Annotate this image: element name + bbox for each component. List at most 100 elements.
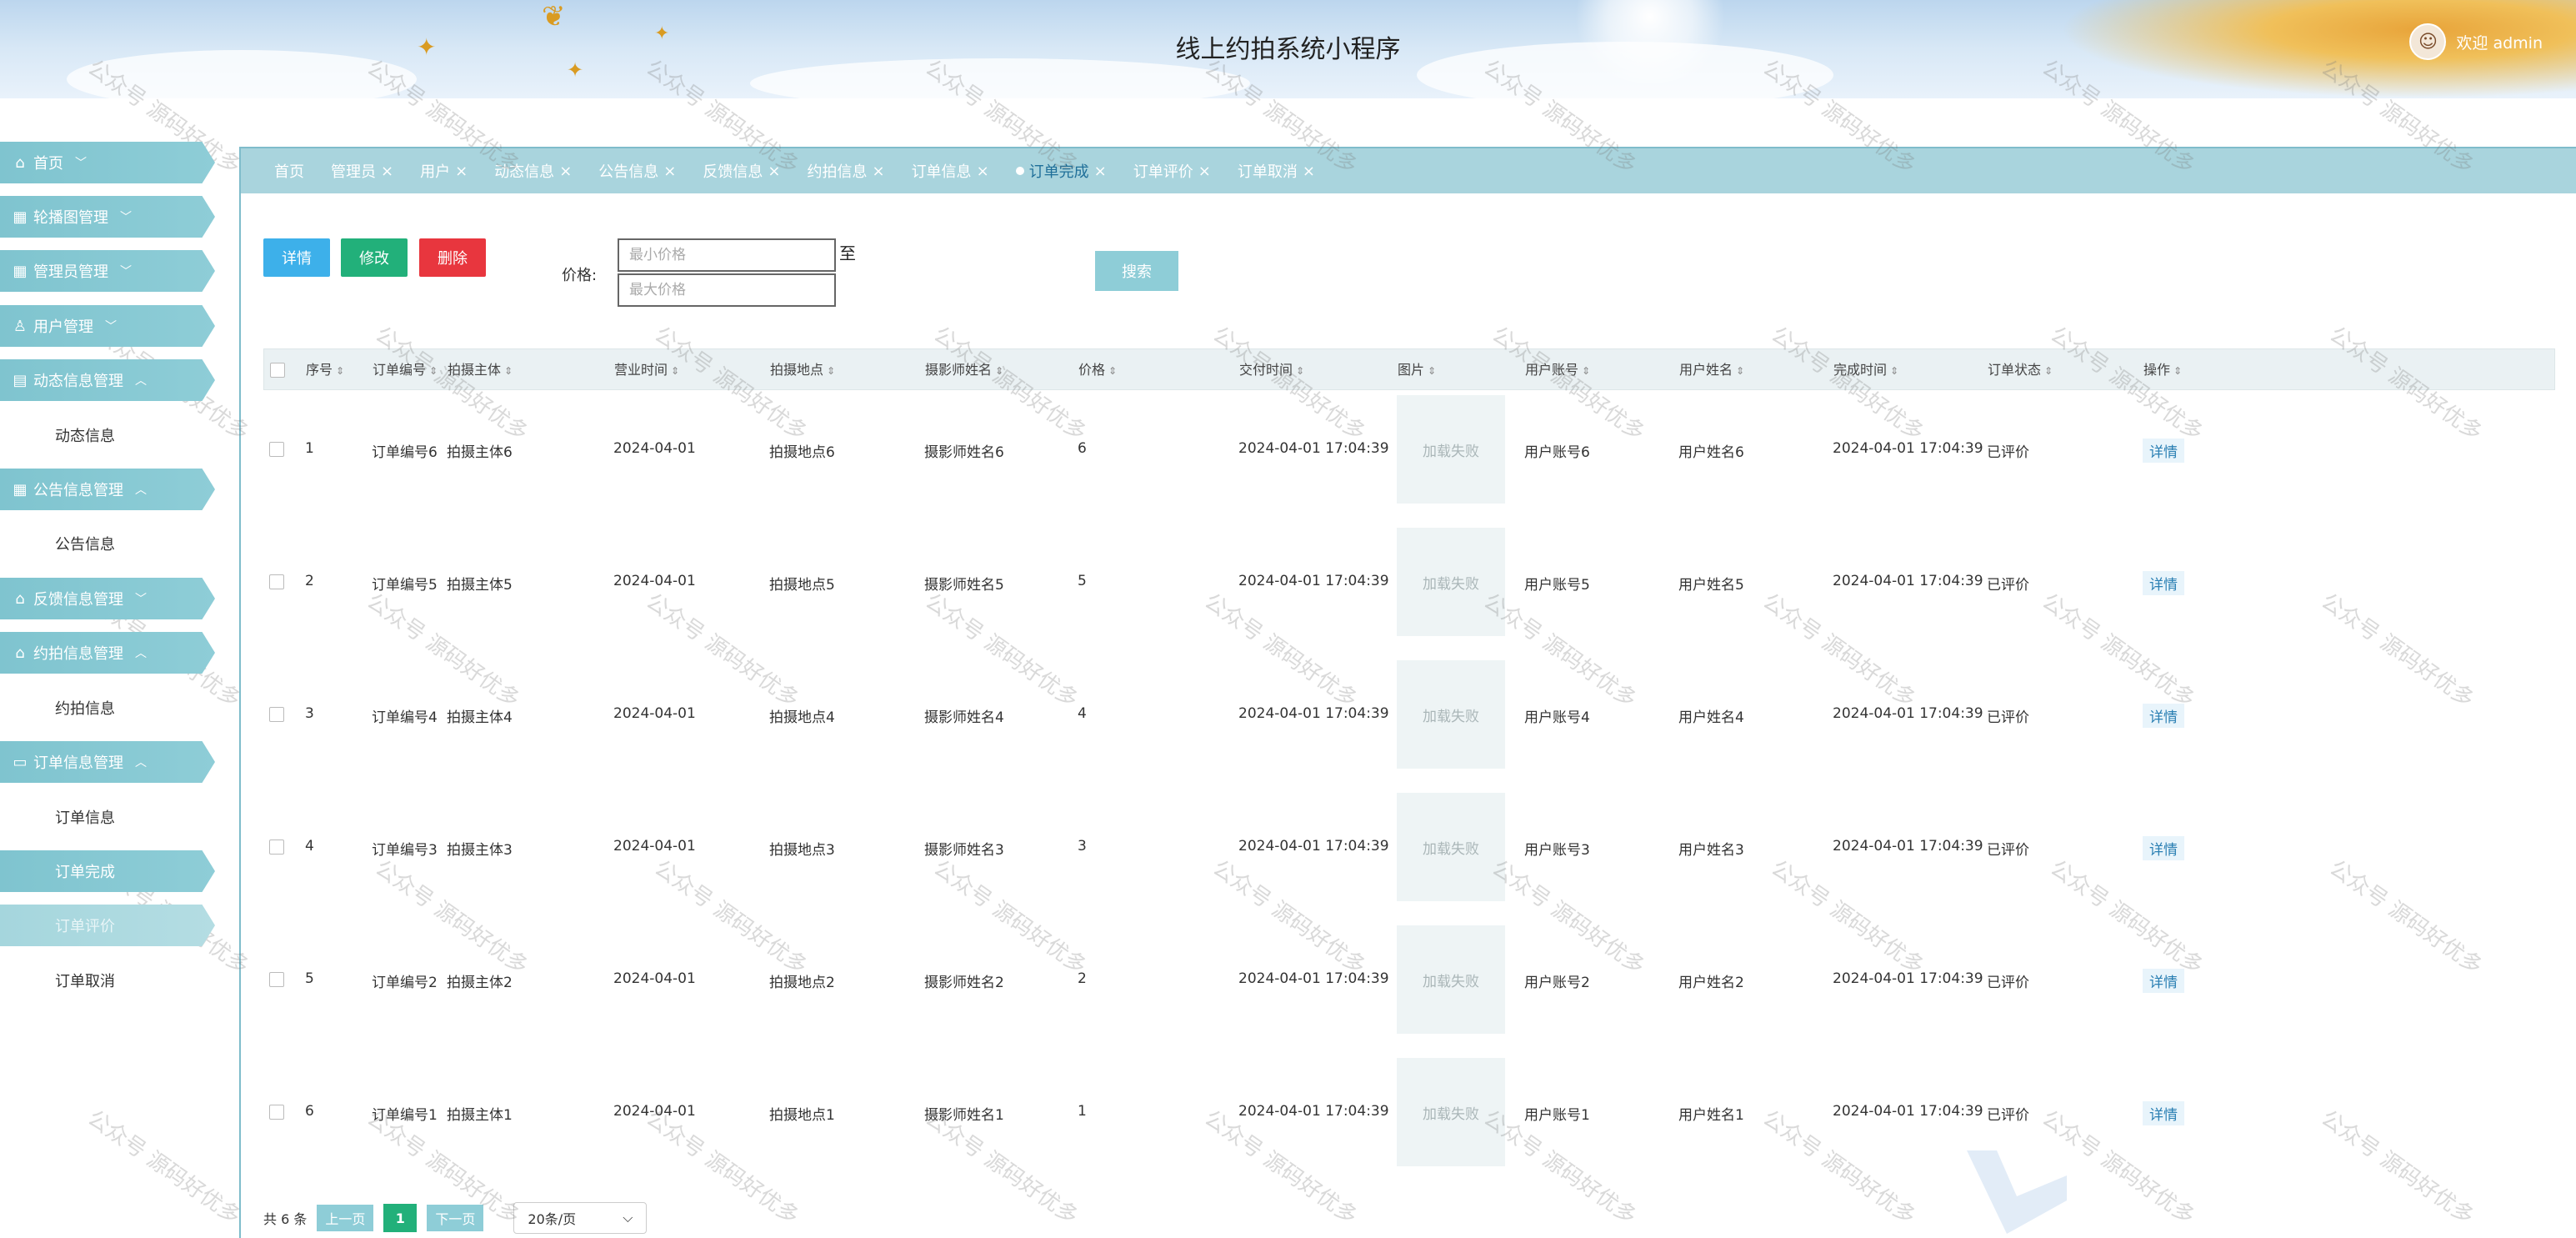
column-header[interactable]: 图片 ⇕ [1398, 349, 1436, 391]
sidebar-item[interactable]: ⌂ 约拍信息管理 ︿ [0, 632, 215, 674]
close-icon[interactable]: × [559, 163, 572, 180]
tab-item[interactable]: 约拍信息 × [807, 160, 884, 182]
sidebar-subitem[interactable]: 动态信息 [0, 414, 215, 456]
row-checkbox[interactable] [269, 442, 284, 457]
column-header[interactable]: 序号 ⇕ [306, 349, 344, 391]
column-header[interactable]: 交付时间 ⇕ [1239, 349, 1304, 391]
delete-button[interactable]: 删除 [419, 238, 486, 277]
row-checkbox[interactable] [269, 574, 284, 589]
tab-item[interactable]: 订单完成 × [1015, 160, 1107, 182]
table-cell: 订单编号2 [372, 975, 438, 991]
column-header[interactable]: 拍摄主体 ⇕ [448, 349, 513, 391]
close-icon[interactable]: × [768, 163, 780, 180]
column-header[interactable]: 完成时间 ⇕ [1833, 349, 1898, 391]
column-header[interactable]: 拍摄地点 ⇕ [770, 349, 835, 391]
next-page-button[interactable]: 下一页 [427, 1205, 484, 1231]
sort-icon[interactable]: ⇕ [2173, 365, 2182, 377]
tab-item[interactable]: 管理员 × [331, 160, 393, 182]
sidebar-subitem[interactable]: 公告信息 [0, 523, 215, 564]
sort-icon[interactable]: ⇕ [1428, 365, 1436, 377]
column-header[interactable]: 价格 ⇕ [1078, 349, 1117, 391]
close-icon[interactable]: × [1303, 163, 1315, 180]
sidebar-item[interactable]: ♙ 用户管理 ﹀ [0, 305, 215, 347]
close-icon[interactable]: × [381, 163, 393, 180]
sidebar-item[interactable]: ▤ 动态信息管理 ︿ [0, 359, 215, 401]
max-price-input[interactable]: 最大价格 [618, 273, 836, 307]
tab-item[interactable]: 用户 × [420, 160, 468, 182]
sort-icon[interactable]: ⇕ [995, 365, 1003, 377]
row-checkbox[interactable] [269, 840, 284, 855]
close-icon[interactable]: × [1094, 163, 1107, 180]
row-detail-button[interactable]: 详情 [2143, 969, 2184, 993]
sort-icon[interactable]: ⇕ [2044, 365, 2053, 377]
sort-icon[interactable]: ⇕ [827, 365, 835, 377]
sidebar-item[interactable]: ▭ 订单信息管理 ︿ [0, 741, 215, 783]
sort-icon[interactable]: ⇕ [336, 365, 344, 377]
sidebar-subitem[interactable]: 订单完成 [0, 850, 215, 892]
row-detail-button[interactable]: 详情 [2143, 571, 2184, 595]
tab-item[interactable]: 公告信息 × [598, 160, 676, 182]
sort-icon[interactable]: ⇕ [1736, 365, 1744, 377]
close-icon[interactable]: × [455, 163, 468, 180]
edit-button[interactable]: 修改 [341, 238, 408, 277]
sort-icon[interactable]: ⇕ [671, 365, 679, 377]
sort-icon[interactable]: ⇕ [504, 365, 513, 377]
row-detail-button[interactable]: 详情 [2143, 704, 2184, 728]
column-header[interactable]: 订单状态 ⇕ [1988, 349, 2053, 391]
column-header[interactable]: 用户姓名 ⇕ [1679, 349, 1744, 391]
tab-item[interactable]: 首页 [274, 160, 304, 182]
min-price-input[interactable]: 最小价格 [618, 238, 836, 272]
close-icon[interactable]: × [872, 163, 884, 180]
tab-item[interactable]: 反馈信息 × [703, 160, 780, 182]
column-header[interactable]: 摄影师姓名 ⇕ [925, 349, 1003, 391]
column-header[interactable]: 订单编号 ⇕ [373, 349, 438, 391]
table-row[interactable]: 4 订单编号3 拍摄主体3 2024-04-01 拍摄地点3 摄影师姓名3 3 2024-04… [263, 788, 2555, 920]
table-cell: 订单编号3 [372, 842, 438, 859]
table-row[interactable]: 1 订单编号6 拍摄主体6 2024-04-01 拍摄地点6 摄影师姓名6 6 2024-04… [263, 390, 2555, 523]
column-header[interactable]: 用户账号 ⇕ [1525, 349, 1590, 391]
sidebar-item[interactable]: ▦ 公告信息管理 ︿ [0, 469, 215, 510]
tab-label: 订单取消 [1237, 163, 1298, 181]
page-number-button[interactable]: 1 [383, 1204, 418, 1232]
close-icon[interactable]: × [663, 163, 676, 180]
column-header[interactable]: 营业时间 ⇕ [614, 349, 679, 391]
sidebar-subitem[interactable]: 订单信息 [0, 796, 215, 838]
sort-icon[interactable]: ⇕ [1296, 365, 1304, 377]
sidebar-item[interactable]: ▦ 轮播图管理 ﹀ [0, 196, 215, 238]
tab-item[interactable]: 订单信息 × [912, 160, 989, 182]
user-menu[interactable]: ☺ 欢迎 admin [2409, 23, 2543, 60]
table-row[interactable]: 3 订单编号4 拍摄主体4 2024-04-01 拍摄地点4 摄影师姓名4 4 2024-04… [263, 655, 2555, 788]
row-checkbox[interactable] [269, 707, 284, 722]
row-detail-button[interactable]: 详情 [2143, 439, 2184, 463]
sidebar-item[interactable]: ▦ 管理员管理 ﹀ [0, 250, 215, 292]
table-row[interactable]: 5 订单编号2 拍摄主体2 2024-04-01 拍摄地点2 摄影师姓名2 2 2024-04… [263, 920, 2555, 1053]
sidebar-item[interactable]: ⌂ 首页 ﹀ [0, 142, 215, 183]
search-button[interactable]: 搜索 [1095, 251, 1178, 291]
sidebar-subitem[interactable]: 订单取消 [0, 960, 215, 1001]
tab-item[interactable]: 订单评价 × [1133, 160, 1211, 182]
table-cell: 拍摄主体4 [447, 709, 513, 726]
column-header[interactable]: 操作 ⇕ [2143, 349, 2182, 391]
row-checkbox[interactable] [269, 1105, 284, 1120]
row-detail-button[interactable]: 详情 [2143, 836, 2184, 860]
row-checkbox[interactable] [269, 972, 284, 987]
table-cell: 4 [1078, 705, 1087, 722]
prev-page-button[interactable]: 上一页 [317, 1205, 374, 1231]
tab-item[interactable]: 动态信息 × [494, 160, 572, 182]
close-icon[interactable]: × [1198, 163, 1211, 180]
sort-icon[interactable]: ⇕ [1108, 365, 1117, 377]
select-all-checkbox[interactable] [270, 363, 285, 378]
page-size-select[interactable]: 20条/页 ⌵ [513, 1202, 648, 1234]
sidebar-item[interactable]: ⌂ 反馈信息管理 ﹀ [0, 578, 215, 619]
sort-icon[interactable]: ⇕ [1890, 365, 1898, 377]
detail-button[interactable]: 详情 [263, 238, 330, 277]
table-row[interactable]: 2 订单编号5 拍摄主体5 2024-04-01 拍摄地点5 摄影师姓名5 5 2024-04… [263, 523, 2555, 655]
tab-item[interactable]: 订单取消 × [1238, 160, 1315, 182]
sidebar-subitem[interactable]: 订单评价 [0, 905, 215, 946]
sort-icon[interactable]: ⇕ [1582, 365, 1590, 377]
table-row[interactable]: 6 订单编号1 拍摄主体1 2024-04-01 拍摄地点1 摄影师姓名1 1 2024-04… [263, 1053, 2555, 1179]
sidebar-subitem[interactable]: 约拍信息 [0, 687, 215, 729]
row-detail-button[interactable]: 详情 [2143, 1101, 2184, 1125]
close-icon[interactable]: × [977, 163, 989, 180]
sort-icon[interactable]: ⇕ [429, 365, 438, 377]
